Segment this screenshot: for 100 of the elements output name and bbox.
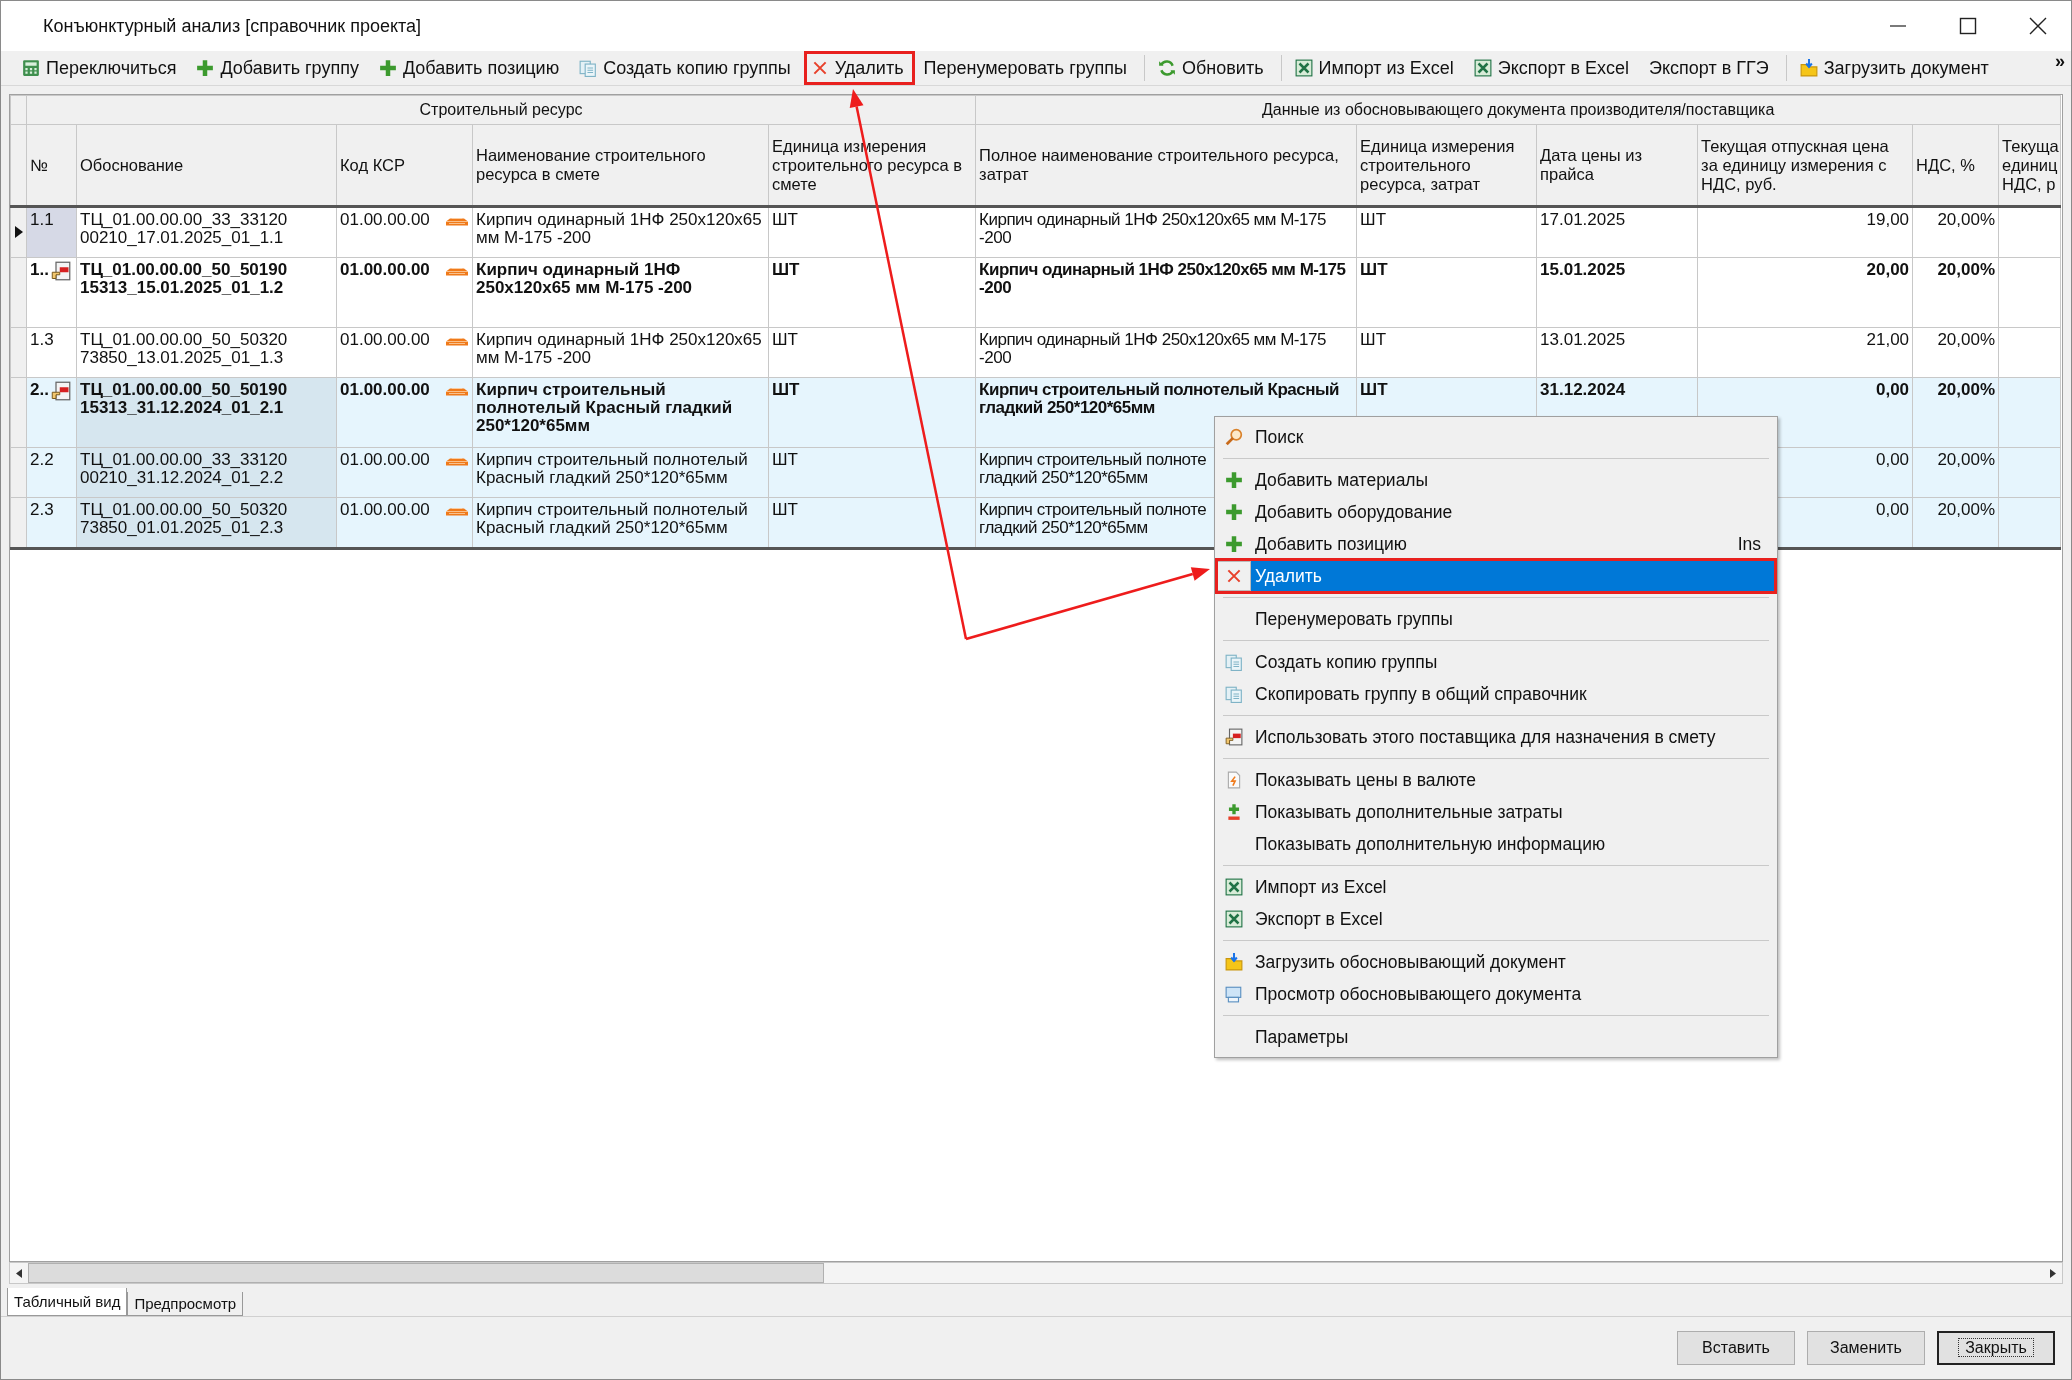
brick-icon (445, 387, 469, 397)
toolbar-button[interactable]: Переключиться (15, 51, 188, 85)
plus-icon (1225, 535, 1243, 553)
menu-item[interactable]: Удалить (1217, 560, 1775, 592)
resource-name: Кирпич одинарный 1НФ 250x120x65 мм М-175 -200 (476, 331, 763, 367)
close-icon[interactable] (2029, 17, 2047, 35)
unit-cell: ШТ (772, 381, 800, 399)
vat-cell: 20,00% (1937, 451, 1996, 469)
column-header[interactable]: Наименование строительного ресурса в смете (472, 124, 769, 207)
hand-document-icon (50, 381, 71, 401)
column-header[interactable]: Единица измерения строительного ресурса, затрат (1356, 124, 1537, 207)
toolbar-button[interactable]: Экспорт в ГГЭ (1642, 51, 1780, 85)
toolbar-button[interactable]: Перенумеровать группы (916, 51, 1139, 85)
toolbar-button[interactable]: Добавить группу (189, 51, 370, 85)
scroll-right-icon[interactable] (2050, 1268, 2056, 1278)
price-cell: 0,00 (1875, 451, 1910, 469)
plus-icon (196, 59, 215, 77)
column-header[interactable]: Текущая отпускная цена за единицу измерения с НДС, руб. (1697, 124, 1913, 207)
dialog-button[interactable]: Закрыть (1937, 1331, 2055, 1365)
horizontal-scrollbar[interactable] (9, 1262, 2063, 1284)
document-icon (1225, 771, 1243, 789)
spreadsheet-icon (1473, 59, 1492, 77)
plus-icon (378, 59, 397, 77)
menu-item[interactable]: Перенумеровать группы (1217, 603, 1775, 635)
toolbar-button[interactable]: Обновить (1151, 51, 1275, 85)
unit-cell: ШТ (1360, 381, 1388, 399)
vat-cell: 20,00% (1937, 501, 1996, 519)
ksr-code: 01.00.00.00 (340, 451, 430, 469)
spreadsheet-icon (1225, 910, 1243, 928)
plus-icon (1225, 503, 1243, 521)
full-name-cell-text: Кирпич одинарный 1НФ 250x120x65 мм М-175 -200 (979, 261, 1347, 297)
basis-cell-text: ТЦ_01.00.00.00_33_33120 00210_17.01.2025_01_1.1 (80, 211, 289, 247)
resource-name: Кирпич строительный полнотелый Красный гладкий 250*120*65мм (476, 381, 734, 435)
column-header[interactable]: НДС, % (1912, 124, 1999, 207)
toolbar-button[interactable]: Удалить (803, 51, 915, 85)
cross-icon (1225, 567, 1243, 585)
vat-cell: 20,00% (1937, 261, 1996, 279)
folder-icon (1225, 953, 1243, 971)
menu-item[interactable]: Создать копию группы (1217, 646, 1775, 678)
toolbar-button[interactable]: Добавить позицию (371, 51, 571, 85)
date-cell: 31.12.2024 (1540, 381, 1626, 399)
view-tab[interactable]: Предпросмотр (127, 1292, 244, 1316)
price-cell: 21,00 (1866, 331, 1910, 349)
unit-cell: ШТ (772, 211, 798, 229)
row-number: 2.3 (30, 501, 54, 519)
menu-item[interactable]: Добавить материалы (1217, 464, 1775, 496)
menu-item[interactable]: Скопировать группу в общий справочник (1217, 678, 1775, 710)
column-header[interactable]: Дата цены из прайса (1536, 124, 1698, 207)
plus-minus-icon (1225, 803, 1243, 821)
column-header[interactable]: Полное наименование строительного ресурса, затрат (975, 124, 1357, 207)
copy-icon (1225, 653, 1243, 671)
row-number: 2.2 (30, 451, 54, 469)
copy-icon (1225, 685, 1243, 703)
toolbar-button[interactable]: Экспорт в Excel (1466, 51, 1641, 85)
row-number: 1.3 (30, 331, 54, 349)
column-header[interactable]: Код КСР (336, 124, 473, 207)
toolbar-button[interactable]: Импорт из Excel (1287, 51, 1465, 85)
search-icon (1225, 428, 1243, 446)
menu-item[interactable]: Загрузить обосновывающий документ (1217, 946, 1775, 978)
ksr-code: 01.00.00.00 (340, 331, 430, 349)
vat-cell: 20,00% (1937, 381, 1996, 399)
menu-item[interactable]: Добавить оборудование (1217, 496, 1775, 528)
vat-cell: 20,00% (1937, 211, 1996, 229)
unit-cell: ШТ (1360, 331, 1387, 349)
dialog-button[interactable]: Вставить (1677, 1331, 1795, 1365)
menu-item[interactable]: Показывать дополнительную информацию (1217, 828, 1775, 860)
price-cell: 0,00 (1875, 501, 1910, 519)
unit-cell: ШТ (1360, 261, 1388, 279)
menu-item[interactable]: Просмотр обосновывающего документа (1217, 978, 1775, 1010)
column-header[interactable]: № (26, 124, 77, 207)
menu-item[interactable]: Импорт из Excel (1217, 871, 1775, 903)
column-group-header: Строительный ресурс (26, 95, 976, 125)
overflow-chevron[interactable]: » (2055, 51, 2065, 72)
unit-cell: ШТ (772, 261, 800, 279)
menu-item[interactable]: Параметры (1217, 1021, 1775, 1053)
menu-item[interactable]: Добавить позицию Ins (1217, 528, 1775, 560)
unit-cell: ШТ (772, 501, 798, 519)
plus-icon (1225, 471, 1243, 489)
unit-cell: ШТ (1360, 211, 1387, 229)
full-name-cell-text: Кирпич одинарный 1НФ 250x120x65 мм М-175 -200 (979, 331, 1327, 367)
resource-name: Кирпич одинарный 1НФ 250x120x65 мм М-175 -200 (476, 261, 694, 297)
folder-icon (1799, 59, 1818, 77)
document-view-icon (1225, 985, 1243, 1003)
toolbar-button[interactable]: Загрузить документ (1792, 51, 2000, 85)
menu-item[interactable]: Использовать этого поставщика для назначения в смету (1217, 721, 1775, 753)
column-header[interactable]: Текуща единиц НДС, р (1998, 124, 2061, 207)
dialog-button[interactable]: Заменить (1807, 1331, 1925, 1365)
scroll-left-icon[interactable] (16, 1268, 22, 1278)
menu-item[interactable]: Показывать цены в валюте (1217, 764, 1775, 796)
menu-item[interactable]: Поиск (1217, 421, 1775, 453)
menu-item[interactable]: Показывать дополнительные затраты (1217, 796, 1775, 828)
maximize-icon[interactable] (1959, 17, 1977, 35)
menu-item[interactable]: Экспорт в Excel (1217, 903, 1775, 935)
ksr-code: 01.00.00.00 (340, 211, 430, 229)
toolbar-button[interactable]: Создать копию группы (572, 51, 802, 85)
ksr-code: 01.00.00.00 (340, 501, 430, 519)
view-tab[interactable]: Табличный вид (7, 1288, 128, 1316)
refresh-icon (1158, 59, 1177, 77)
full-name-cell: Кирпич строительный полноте гладкий 250*120*65мм (979, 451, 1207, 487)
column-header[interactable]: Обоснование (76, 124, 337, 207)
